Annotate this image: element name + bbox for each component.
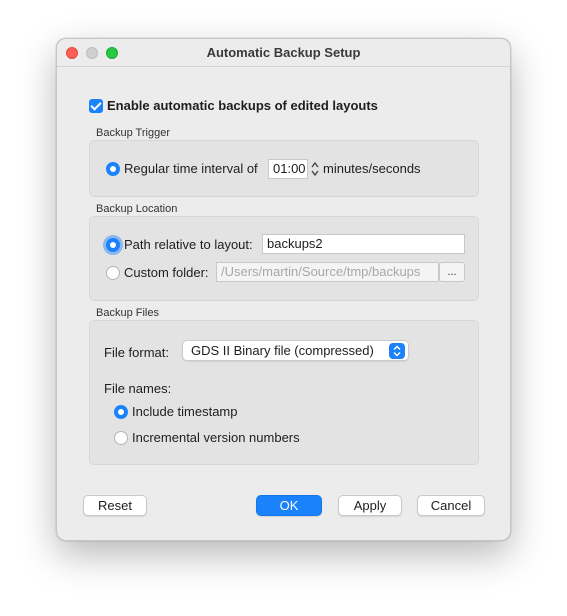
- file-format-value: GDS II Binary file (compressed): [191, 343, 374, 358]
- backup-trigger-group: Regular time interval of 01:00 minutes/s…: [89, 140, 479, 197]
- ok-button[interactable]: OK: [256, 495, 322, 516]
- interval-unit-label: minutes/seconds: [323, 161, 421, 176]
- interval-stepper[interactable]: [310, 159, 320, 179]
- backup-location-group: Path relative to layout: backups2 Custom…: [89, 216, 479, 301]
- interval-input[interactable]: 01:00: [268, 159, 308, 179]
- relative-path-input[interactable]: backups2: [262, 234, 465, 254]
- dialog-window: Automatic Backup Setup Enable automatic …: [56, 38, 511, 541]
- apply-button[interactable]: Apply: [338, 495, 402, 516]
- browse-folder-button: ...: [439, 262, 465, 282]
- file-format-label: File format:: [104, 345, 170, 360]
- chevron-up-down-icon: [389, 343, 405, 359]
- stepper-up-icon: [311, 161, 319, 168]
- custom-folder-input: /Users/martin/Source/tmp/backups: [216, 262, 439, 282]
- reset-button[interactable]: Reset: [83, 495, 147, 516]
- file-format-select[interactable]: GDS II Binary file (compressed): [182, 340, 409, 361]
- incremental-version-radio[interactable]: [114, 431, 128, 445]
- include-timestamp-radio[interactable]: [114, 405, 128, 419]
- incremental-version-label[interactable]: Incremental version numbers: [132, 430, 300, 445]
- time-interval-radio[interactable]: [106, 162, 120, 176]
- title-bar[interactable]: Automatic Backup Setup: [57, 39, 510, 67]
- backup-files-heading: Backup Files: [96, 307, 159, 319]
- path-relative-radio[interactable]: [106, 238, 120, 252]
- path-relative-label[interactable]: Path relative to layout:: [124, 237, 253, 252]
- backup-location-heading: Backup Location: [96, 203, 178, 215]
- file-names-label: File names:: [104, 381, 172, 396]
- backup-trigger-heading: Backup Trigger: [96, 127, 170, 139]
- enable-backups-label[interactable]: Enable automatic backups of edited layou…: [107, 98, 378, 113]
- custom-folder-radio[interactable]: [106, 266, 120, 280]
- backup-files-group: File format: GDS II Binary file (compres…: [89, 320, 479, 465]
- stepper-down-icon: [311, 170, 319, 177]
- custom-folder-label[interactable]: Custom folder:: [124, 265, 209, 280]
- cancel-button[interactable]: Cancel: [417, 495, 485, 516]
- include-timestamp-label[interactable]: Include timestamp: [132, 404, 238, 419]
- time-interval-label[interactable]: Regular time interval of: [124, 161, 258, 176]
- enable-backups-checkbox[interactable]: [89, 99, 103, 113]
- window-title: Automatic Backup Setup: [206, 45, 361, 60]
